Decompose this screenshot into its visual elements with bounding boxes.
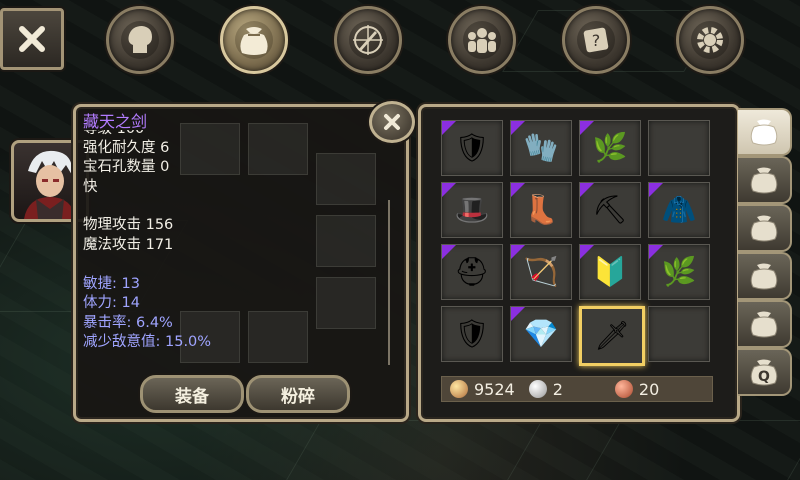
purple-scythe-icon: ⛏ [592, 193, 628, 226]
red-robe-icon: 🧥 [661, 193, 697, 226]
inventory-slot[interactable]: ⛑ [441, 244, 503, 300]
winged-helmet-icon: ⛑ [454, 255, 490, 288]
bag-tab-1[interactable] [738, 108, 792, 156]
blue-hat-icon: 🎩 [454, 193, 490, 226]
inventory-slot[interactable]: ⛏ [579, 182, 641, 238]
bag-tab-6[interactable]: Q [738, 348, 792, 396]
green-herb-icon: 🌿 [661, 255, 697, 288]
inventory-slot[interactable]: 🌿 [648, 244, 710, 300]
equip-button[interactable]: 装备 [140, 375, 244, 413]
inventory-slot[interactable]: 👢 [510, 182, 572, 238]
bronze-armor-icon: 🛡 [454, 131, 490, 164]
people-icon [468, 28, 496, 53]
detail-scrollbar[interactable] [388, 200, 390, 365]
stat-enhance-durability: 强化耐久度 6 [83, 139, 170, 156]
inventory-tab-button[interactable] [220, 6, 288, 74]
inventory-slot[interactable]: 🏹 [510, 244, 572, 300]
inventory-slot[interactable]: 🗡 [579, 306, 645, 366]
inventory-slot[interactable]: 🎩 [441, 182, 503, 238]
svg-text:?: ? [592, 31, 601, 50]
bonus-agility: 敏捷: 13 [83, 275, 140, 292]
bag-icon [750, 215, 778, 242]
character-tab-button[interactable] [106, 6, 174, 74]
bag-tab-3[interactable] [738, 204, 792, 252]
gold-coin-icon [450, 380, 468, 398]
stat-magic-attack: 魔法攻击 171 [83, 236, 174, 253]
inventory-slot[interactable]: 🔰 [579, 244, 641, 300]
compass-sword-icon [353, 25, 383, 55]
social-tab-button[interactable] [448, 6, 516, 74]
gear-icon [697, 27, 723, 53]
silver-chest-armor-icon: 🛡 [454, 317, 490, 350]
bonus-crit-rate: 暴击率: 6.4% [83, 314, 173, 331]
quest-tab-label: Q [758, 369, 770, 385]
silver-amount: 2 [552, 379, 563, 399]
inventory-slot[interactable]: 🛡 [441, 306, 503, 362]
settings-tab-button[interactable] [676, 6, 744, 74]
floor-tile [279, 420, 543, 480]
bag-icon [750, 119, 778, 146]
red-bow-icon: 🏹 [523, 255, 559, 288]
bag-tab-4[interactable] [738, 252, 792, 300]
silver-coin-icon [528, 380, 547, 398]
inventory-slot[interactable]: 🧥 [648, 182, 710, 238]
bonus-threat-reduction: 减少敌意值: 15.0% [83, 334, 212, 351]
bag-tab-5[interactable] [738, 300, 792, 348]
inventory-slot[interactable]: 🧤 [510, 120, 572, 176]
close-x-icon [19, 26, 45, 52]
quest-bag-icon: Q [750, 359, 778, 386]
inventory-slot[interactable]: 💎 [510, 306, 572, 362]
blue-crest-icon: 🔰 [592, 255, 628, 288]
close-menu-button[interactable] [0, 8, 64, 70]
quests-tab-button[interactable]: ? [562, 6, 630, 74]
copper-coin-icon [614, 380, 633, 398]
dark-sword-icon: 🗡 [594, 319, 630, 352]
inventory-slot[interactable]: 🌿 [579, 120, 641, 176]
gold-amount: 9524 [474, 379, 515, 399]
bag-tab-2[interactable] [738, 156, 792, 204]
stat-physical-attack: 物理攻击 156 [83, 217, 174, 234]
inventory-slot[interactable] [648, 120, 710, 176]
close-detail-button[interactable] [369, 101, 415, 143]
bonus-stamina: 体力: 14 [83, 295, 140, 312]
currency-bar: 9524 2 20 [441, 376, 713, 402]
inventory-slot[interactable]: 🛡 [441, 120, 503, 176]
bag-icon [240, 27, 268, 55]
bag-icon [750, 263, 778, 290]
stat-gem-slots: 宝石孔数量 0 [83, 159, 170, 176]
bag-icon [750, 311, 778, 338]
stat-speed: 快 [83, 178, 98, 195]
blue-gem-icon: 💎 [523, 317, 559, 350]
close-x-icon [384, 114, 400, 130]
smash-button[interactable]: 粉碎 [246, 375, 350, 413]
floor-tile [579, 420, 800, 480]
leather-boots-icon: 👢 [523, 193, 559, 226]
inventory-slot[interactable] [648, 306, 710, 362]
copper-amount: 20 [638, 379, 660, 399]
item-level-cut: 等级 100 [83, 130, 393, 139]
skills-tab-button[interactable] [334, 6, 402, 74]
bag-icon [750, 167, 778, 194]
item-stats-text: 藏天之剑 等级 100 强化耐久度 6 宝石孔数量 0 快 物理攻击 156 魔… [83, 112, 393, 353]
gold-gauntlet-icon: 🧤 [523, 131, 559, 164]
green-herb-icon: 🌿 [592, 131, 628, 164]
item-level-line: 等级 100 [83, 130, 393, 139]
scroll-question-icon: ? [583, 27, 609, 53]
head-silhouette-icon [128, 26, 152, 53]
